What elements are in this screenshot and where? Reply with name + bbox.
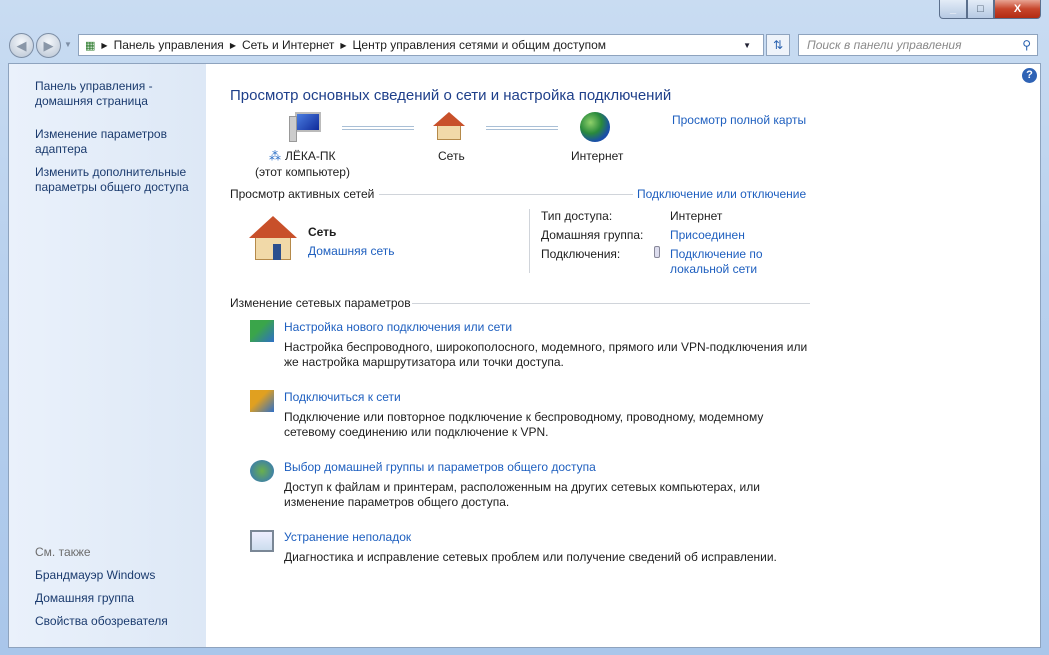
back-button[interactable]: ◀ [9,33,34,58]
breadcrumb-item[interactable]: Сеть и Интернет [242,38,334,52]
computer-name[interactable]: ЛЁКА-ПК [285,149,336,163]
see-also-firewall[interactable]: Брандмауэр Windows [35,568,155,583]
globe-icon [580,112,610,142]
connect-network-icon [250,390,274,412]
task-new-connection-link[interactable]: Настройка нового подключения или сети [284,320,512,334]
view-full-map-link[interactable]: Просмотр полной карты [672,113,806,127]
internet-label: Интернет [571,149,624,163]
maximize-icon: □ [977,3,984,15]
task-description: Доступ к файлам и принтерам, расположенн… [284,480,760,509]
network-type-link[interactable]: Домашняя сеть [308,244,394,258]
maximize-button[interactable]: □ [967,0,994,19]
computer-subtitle: (этот компьютер) [255,165,350,179]
task-homegroup-link[interactable]: Выбор домашней группы и параметров общег… [284,460,596,474]
minimize-button[interactable]: _ [939,0,967,19]
close-button[interactable]: X [994,0,1041,19]
task-description: Настройка беспроводного, широкополосного… [284,340,808,369]
task-troubleshoot-link[interactable]: Устранение неполадок [284,530,411,544]
address-bar[interactable]: ▦ ▶ Панель управления ▶ Сеть и Интернет … [78,34,764,56]
change-settings-heading: Изменение сетевых параметров [230,296,415,310]
search-input[interactable]: Поиск в панели управления ⚲ [798,34,1038,56]
help-icon: ? [1026,69,1033,81]
active-networks-heading: Просмотр активных сетей [230,187,379,201]
see-also-homegroup[interactable]: Домашняя группа [35,591,134,606]
help-button[interactable]: ? [1022,68,1037,83]
computer-icon [289,112,323,144]
search-icon[interactable]: ⚲ [1022,38,1031,52]
homegroup-link[interactable]: Присоединен [670,228,745,242]
search-placeholder: Поиск в панели управления [807,38,962,52]
access-type-value: Интернет [670,209,723,223]
task-connect-link[interactable]: Подключиться к сети [284,390,401,404]
chevron-right-icon: ▶ [340,40,347,50]
sidebar: Панель управления - домашняя страница Из… [9,64,206,647]
access-type-label: Тип доступа: [541,209,613,223]
house-large-icon [249,216,297,262]
minimize-icon: _ [949,3,957,15]
new-connection-icon [250,320,274,342]
homegroup-label: Домашняя группа: [541,228,644,242]
network-name: Сеть [308,225,337,239]
troubleshoot-icon [250,530,274,552]
connection-line [342,126,414,130]
connect-disconnect-link[interactable]: Подключение или отключение [637,187,806,201]
divider [379,194,633,195]
local-connection-link[interactable]: Подключение по локальной сети [670,247,780,277]
content-area: Панель управления - домашняя страница Из… [8,63,1041,648]
house-icon [433,112,465,142]
homegroup-icon [250,460,274,482]
recent-pages-dropdown[interactable]: ▼ [64,40,72,49]
ethernet-icon [654,246,660,258]
sidebar-item-adapter[interactable]: Изменение параметров адаптера [35,127,185,157]
sidebar-item-home[interactable]: Панель управления - домашняя страница [35,79,185,109]
task-description: Подключение или повторное подключение к … [284,410,764,439]
see-also-heading: См. также [35,545,91,559]
control-panel-icon: ▦ [85,39,96,52]
address-dropdown-icon[interactable]: ▼ [743,41,751,50]
refresh-button[interactable]: ⇅ [766,34,790,56]
refresh-icon: ⇅ [772,38,784,52]
vertical-divider [529,209,530,273]
connection-line [486,126,558,130]
breadcrumb-item[interactable]: Центр управления сетями и общим доступом [353,38,607,52]
forward-button[interactable]: ▶ [36,33,61,58]
see-also-internet-options[interactable]: Свойства обозревателя [35,614,168,629]
forward-arrow-icon: ▶ [43,37,54,53]
chevron-right-icon: ▶ [101,40,108,50]
divider [412,303,810,304]
task-description: Диагностика и исправление сетевых пробле… [284,550,777,564]
close-icon: X [1013,3,1022,15]
connections-label: Подключения: [541,247,621,261]
sidebar-item-sharing[interactable]: Изменить дополнительные параметры общего… [35,165,200,195]
page-title: Просмотр основных сведений о сети и наст… [230,87,672,104]
back-arrow-icon: ◀ [16,37,27,53]
homegroup-small-icon: ⁂ [269,149,281,163]
network-label: Сеть [438,149,465,163]
chevron-right-icon: ▶ [229,40,236,50]
breadcrumb-item[interactable]: Панель управления [114,38,224,52]
